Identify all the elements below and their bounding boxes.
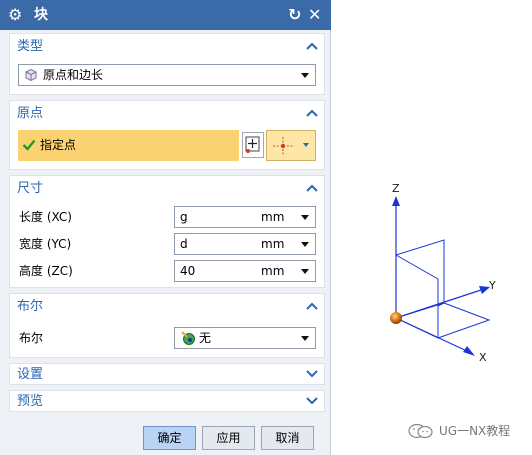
- x-axis-arrow: [463, 346, 475, 356]
- height-input[interactable]: 40 mm: [174, 260, 316, 282]
- section-dimensions: 尺寸 长度 (XC) g mm 宽度 (YC) d mm 高度 (ZC) 40 …: [9, 175, 325, 288]
- dropdown-arrow-icon: [301, 269, 309, 274]
- axis-z-label: Z: [392, 182, 400, 195]
- boolean-select-value: 无: [199, 331, 212, 345]
- dropdown-arrow-icon: [301, 242, 309, 247]
- type-select[interactable]: 原点和边长: [18, 64, 316, 86]
- gear-icon[interactable]: ⚙: [8, 5, 22, 25]
- section-boolean-title: 布尔: [17, 299, 44, 314]
- cancel-button[interactable]: 取消: [261, 426, 314, 450]
- dropdown-arrow-icon: [301, 336, 309, 341]
- z-axis-arrow: [392, 196, 400, 206]
- width-unit: mm: [261, 237, 285, 251]
- axes-preview: [390, 196, 491, 356]
- boolean-none-icon: [180, 330, 196, 349]
- section-settings-title: 设置: [17, 367, 44, 382]
- section-origin-title: 原点: [17, 106, 44, 121]
- dialog-titlebar: ⚙ 块 ↻ ✕: [0, 0, 331, 30]
- dialog-title: 块: [34, 7, 48, 23]
- point-dialog-button[interactable]: [242, 132, 264, 158]
- block-dialog: ⚙ 块 ↻ ✕ 类型 原点和边长 原点 指定点 尺寸 长度 (XC) g mm …: [0, 0, 331, 455]
- apply-button[interactable]: 应用: [202, 426, 255, 450]
- graphics-viewport[interactable]: Z Y X: [332, 0, 532, 455]
- height-label: 高度 (ZC): [19, 264, 73, 278]
- width-input[interactable]: d mm: [174, 233, 316, 255]
- type-select-value: 原点和边长: [43, 68, 104, 82]
- section-preview[interactable]: 预览: [9, 390, 325, 412]
- section-boolean: 布尔 布尔 无: [9, 293, 325, 358]
- section-preview-title: 预览: [17, 394, 44, 409]
- section-settings[interactable]: 设置: [9, 363, 325, 385]
- boolean-label: 布尔: [19, 331, 44, 345]
- chevron-up-icon[interactable]: [306, 181, 318, 195]
- point-dialog-icon: [244, 135, 262, 158]
- chevron-down-icon[interactable]: [306, 367, 318, 381]
- cube-icon: [24, 68, 38, 85]
- block-preview-outline: [395, 239, 491, 339]
- section-dimensions-header[interactable]: 尺寸: [10, 176, 324, 202]
- chevron-up-icon[interactable]: [306, 39, 318, 53]
- chevron-down-icon[interactable]: [306, 394, 318, 408]
- length-unit: mm: [261, 210, 285, 224]
- specify-point-row[interactable]: 指定点: [18, 130, 239, 161]
- close-icon[interactable]: ✕: [308, 5, 321, 25]
- width-value: d: [180, 237, 188, 251]
- section-dimensions-title: 尺寸: [17, 181, 44, 196]
- point-type-dropdown[interactable]: [266, 130, 316, 161]
- section-type-header[interactable]: 类型: [10, 34, 324, 60]
- dropdown-arrow-icon: [303, 143, 309, 147]
- section-type: 类型 原点和边长: [9, 33, 325, 95]
- axis-x-label: X: [479, 351, 487, 364]
- length-input[interactable]: g mm: [174, 206, 316, 228]
- watermark-text: UG一NX教程: [439, 424, 511, 438]
- width-label: 宽度 (YC): [19, 237, 72, 251]
- wechat-icon: [407, 423, 435, 442]
- checkmark-icon: [22, 138, 36, 155]
- section-boolean-header[interactable]: 布尔: [10, 294, 324, 320]
- section-origin: 原点 指定点: [9, 100, 325, 170]
- origin-point: [390, 312, 402, 324]
- boolean-select[interactable]: 无: [174, 327, 316, 349]
- reset-icon[interactable]: ↻: [288, 5, 301, 25]
- specify-point-label: 指定点: [40, 138, 77, 152]
- axis-y-label: Y: [489, 279, 496, 292]
- chevron-up-icon[interactable]: [306, 299, 318, 313]
- section-origin-header[interactable]: 原点: [10, 101, 324, 127]
- length-value: g: [180, 210, 188, 224]
- height-value: 40: [180, 264, 196, 278]
- length-label: 长度 (XC): [19, 210, 72, 224]
- point-inferred-icon: [271, 135, 295, 160]
- height-unit: mm: [261, 264, 285, 278]
- ok-button[interactable]: 确定: [143, 426, 196, 450]
- dropdown-arrow-icon: [301, 73, 309, 78]
- chevron-up-icon[interactable]: [306, 106, 318, 120]
- dropdown-arrow-icon: [301, 215, 309, 220]
- section-type-title: 类型: [17, 39, 44, 54]
